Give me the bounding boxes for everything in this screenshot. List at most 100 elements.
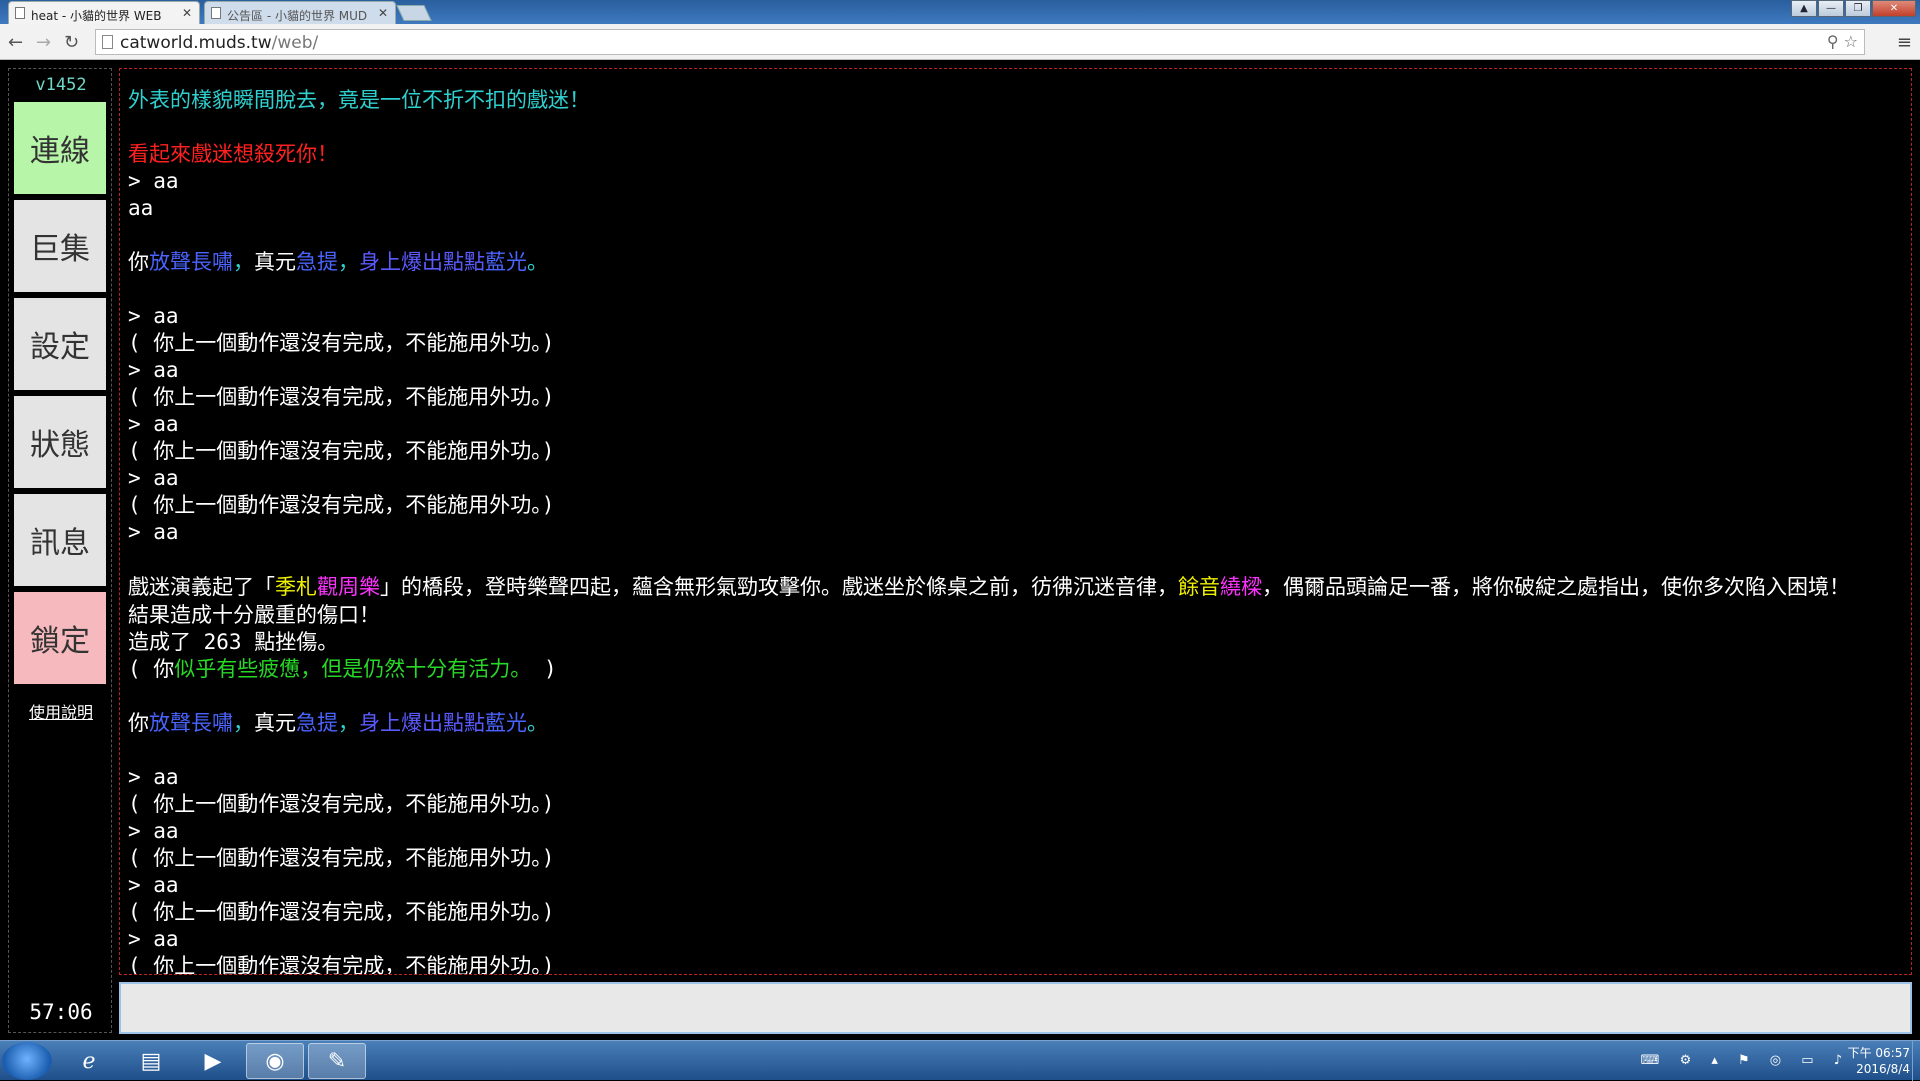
output-segment: 急提 bbox=[296, 711, 338, 735]
tab-heat[interactable]: heat - 小貓的世界 WEB ✕ bbox=[8, 1, 200, 24]
show-desktop-button[interactable] bbox=[1912, 1041, 1920, 1081]
sidebar: v1452 連線 巨集 設定 狀態 訊息 鎖定 使用說明 57:06 bbox=[8, 68, 112, 1033]
macro-button[interactable]: 巨集 bbox=[14, 200, 106, 292]
output-segment: ( 你上一個動作還沒有完成，不能施用外功。) bbox=[128, 493, 555, 517]
lock-button[interactable]: 鎖定 bbox=[14, 592, 106, 684]
output-line: ( 你上一個動作還沒有完成，不能施用外功。) bbox=[128, 330, 1903, 357]
start-button[interactable] bbox=[2, 1042, 52, 1080]
output-line: ( 你上一個動作還沒有完成，不能施用外功。) bbox=[128, 384, 1903, 411]
output-line: 結果造成十分嚴重的傷口！ bbox=[128, 602, 1903, 629]
status-button[interactable]: 狀態 bbox=[14, 396, 106, 488]
output-segment: > aa bbox=[128, 169, 179, 193]
close-tab-icon[interactable]: ✕ bbox=[378, 6, 388, 20]
browser-toolbar: ← → ↻ catworld.muds.tw/web/ ⚲ ☆ ≡ bbox=[0, 24, 1920, 60]
zoom-icon[interactable]: ⚲ bbox=[1827, 32, 1839, 51]
output-segment: > aa bbox=[128, 873, 179, 897]
output-line: aa bbox=[128, 195, 1903, 222]
output-segment: > aa bbox=[128, 819, 179, 843]
output-segment: 外表的樣貌瞬間脫去，竟是一位不折不扣的戲迷！ bbox=[128, 88, 590, 112]
output-segment: 。 bbox=[527, 711, 548, 735]
url-host: catworld.muds.tw bbox=[120, 33, 272, 53]
output-segment: ( 你上一個動作還沒有完成，不能施用外功。) bbox=[128, 792, 555, 816]
output-segment: 。 bbox=[527, 250, 548, 274]
output-line: ( 你上一個動作還沒有完成，不能施用外功。) bbox=[128, 845, 1903, 872]
output-segment: ( 你上一個動作還沒有完成，不能施用外功。) bbox=[128, 331, 555, 355]
output-line: 看起來戲迷想殺死你！ bbox=[128, 141, 1903, 168]
close-tab-icon[interactable]: ✕ bbox=[182, 6, 192, 20]
system-tray[interactable]: ⌨ ⚙ ▴ ⚑ ◎ ▭ ♪ bbox=[1641, 1053, 1850, 1068]
output-segment: 」的橋段，登時樂聲四起，蘊含無形氣勁攻擊你。戲迷坐於條桌之前，彷彿沉迷音律， bbox=[380, 575, 1178, 599]
output-segment: 身上爆出點點 bbox=[359, 711, 485, 735]
output-segment: 放聲長嘯 bbox=[149, 250, 233, 274]
paint-icon[interactable]: ✎ bbox=[308, 1043, 366, 1079]
output-segment: > aa bbox=[128, 520, 179, 544]
output-segment: 急提 bbox=[296, 250, 338, 274]
clock[interactable]: 下午 06:57 2016/8/4 bbox=[1848, 1045, 1910, 1077]
output-line: > aa bbox=[128, 465, 1903, 492]
file-explorer-icon[interactable]: ▤ bbox=[122, 1043, 180, 1079]
output-line: > aa bbox=[128, 926, 1903, 953]
menu-icon[interactable]: ≡ bbox=[1897, 32, 1912, 53]
settings-button[interactable]: 設定 bbox=[14, 298, 106, 390]
maximize-button[interactable]: ❐ bbox=[1845, 0, 1871, 17]
output-segment: 真元 bbox=[254, 250, 296, 274]
new-tab-button[interactable] bbox=[396, 5, 432, 21]
bookmark-star-icon[interactable]: ☆ bbox=[1844, 32, 1858, 51]
close-window-button[interactable]: ✕ bbox=[1872, 0, 1916, 17]
output-line: ( 你上一個動作還沒有完成，不能施用外功。) bbox=[128, 492, 1903, 519]
output-segment: 季札 bbox=[275, 575, 317, 599]
tab-label: 公告區 - 小貓的世界 MUD bbox=[227, 9, 368, 23]
mud-client: v1452 連線 巨集 設定 狀態 訊息 鎖定 使用說明 57:06 外表的樣貌… bbox=[0, 60, 1920, 1040]
output-segment: ( 你上一個動作還沒有完成，不能施用外功。) bbox=[128, 954, 555, 975]
tab-label: heat - 小貓的世界 WEB bbox=[31, 9, 162, 23]
tab-announcement[interactable]: 公告區 - 小貓的世界 MUD ✕ bbox=[204, 1, 396, 24]
taskbar: ℯ ▤ ▶ ◉ ✎ ⌨ ⚙ ▴ ⚑ ◎ ▭ ♪ 下午 06:57 2016/8/… bbox=[0, 1040, 1920, 1081]
output-segment: ，偶爾品頭論足一番，將你破綻之處指出，使你多次陷入困境！ bbox=[1262, 575, 1850, 599]
output-segment: ， bbox=[338, 711, 359, 735]
connect-button[interactable]: 連線 bbox=[14, 102, 106, 194]
output-line: ( 你上一個動作還沒有完成，不能施用外功。) bbox=[128, 953, 1903, 975]
output-segment: ， bbox=[233, 711, 254, 735]
output-line: 外表的樣貌瞬間脫去，竟是一位不折不扣的戲迷！ bbox=[128, 87, 1903, 114]
output-segment: ) bbox=[531, 657, 557, 681]
media-player-icon[interactable]: ▶ bbox=[184, 1043, 242, 1079]
back-icon[interactable]: ← bbox=[8, 32, 23, 53]
page-icon bbox=[102, 35, 113, 49]
output-segment: 你 bbox=[128, 711, 149, 735]
address-bar[interactable]: catworld.muds.tw/web/ ⚲ ☆ bbox=[95, 29, 1865, 55]
output-segment: 藍光 bbox=[485, 711, 527, 735]
game-output[interactable]: 外表的樣貌瞬間脫去，竟是一位不折不扣的戲迷！ 看起來戲迷想殺死你！ > aa aa 你放… bbox=[119, 68, 1912, 975]
clock-time: 下午 06:57 bbox=[1847, 1046, 1910, 1060]
output-segment: ， bbox=[338, 250, 359, 274]
user-icon[interactable]: ▲ bbox=[1791, 0, 1817, 17]
output-line: > aa bbox=[128, 764, 1903, 791]
output-segment: > aa bbox=[128, 358, 179, 382]
output-line: ( 你上一個動作還沒有完成，不能施用外功。) bbox=[128, 438, 1903, 465]
forward-icon[interactable]: → bbox=[36, 32, 51, 53]
output-segment: > aa bbox=[128, 304, 179, 328]
output-segment: ( 你 bbox=[128, 657, 175, 681]
output-line: > aa bbox=[128, 818, 1903, 845]
internet-explorer-icon[interactable]: ℯ bbox=[60, 1043, 118, 1079]
output-line: 戲迷演義起了「季札觀周樂」的橋段，登時樂聲四起，蘊含無形氣勁攻擊你。戲迷坐於條桌… bbox=[128, 573, 1903, 602]
chrome-icon[interactable]: ◉ bbox=[246, 1043, 304, 1079]
clock-date: 2016/8/4 bbox=[1856, 1062, 1910, 1076]
messages-button[interactable]: 訊息 bbox=[14, 494, 106, 586]
reload-icon[interactable]: ↻ bbox=[64, 32, 79, 53]
output-segment: 餘音 bbox=[1178, 575, 1220, 599]
output-line: > aa bbox=[128, 411, 1903, 438]
output-line: 你放聲長嘯，真元急提，身上爆出點點藍光。 bbox=[128, 249, 1903, 276]
output-line: ( 你上一個動作還沒有完成，不能施用外功。) bbox=[128, 899, 1903, 926]
output-segment: ， bbox=[233, 250, 254, 274]
command-input[interactable] bbox=[119, 982, 1912, 1034]
output-segment: > aa bbox=[128, 927, 179, 951]
minimize-button[interactable]: — bbox=[1818, 0, 1844, 17]
address-bar-icons: ⚲ ☆ bbox=[1827, 32, 1858, 51]
output-segment: ( 你上一個動作還沒有完成，不能施用外功。) bbox=[128, 846, 555, 870]
help-link[interactable]: 使用說明 bbox=[9, 699, 113, 723]
output-segment: ( 你上一個動作還沒有完成，不能施用外功。) bbox=[128, 439, 555, 463]
